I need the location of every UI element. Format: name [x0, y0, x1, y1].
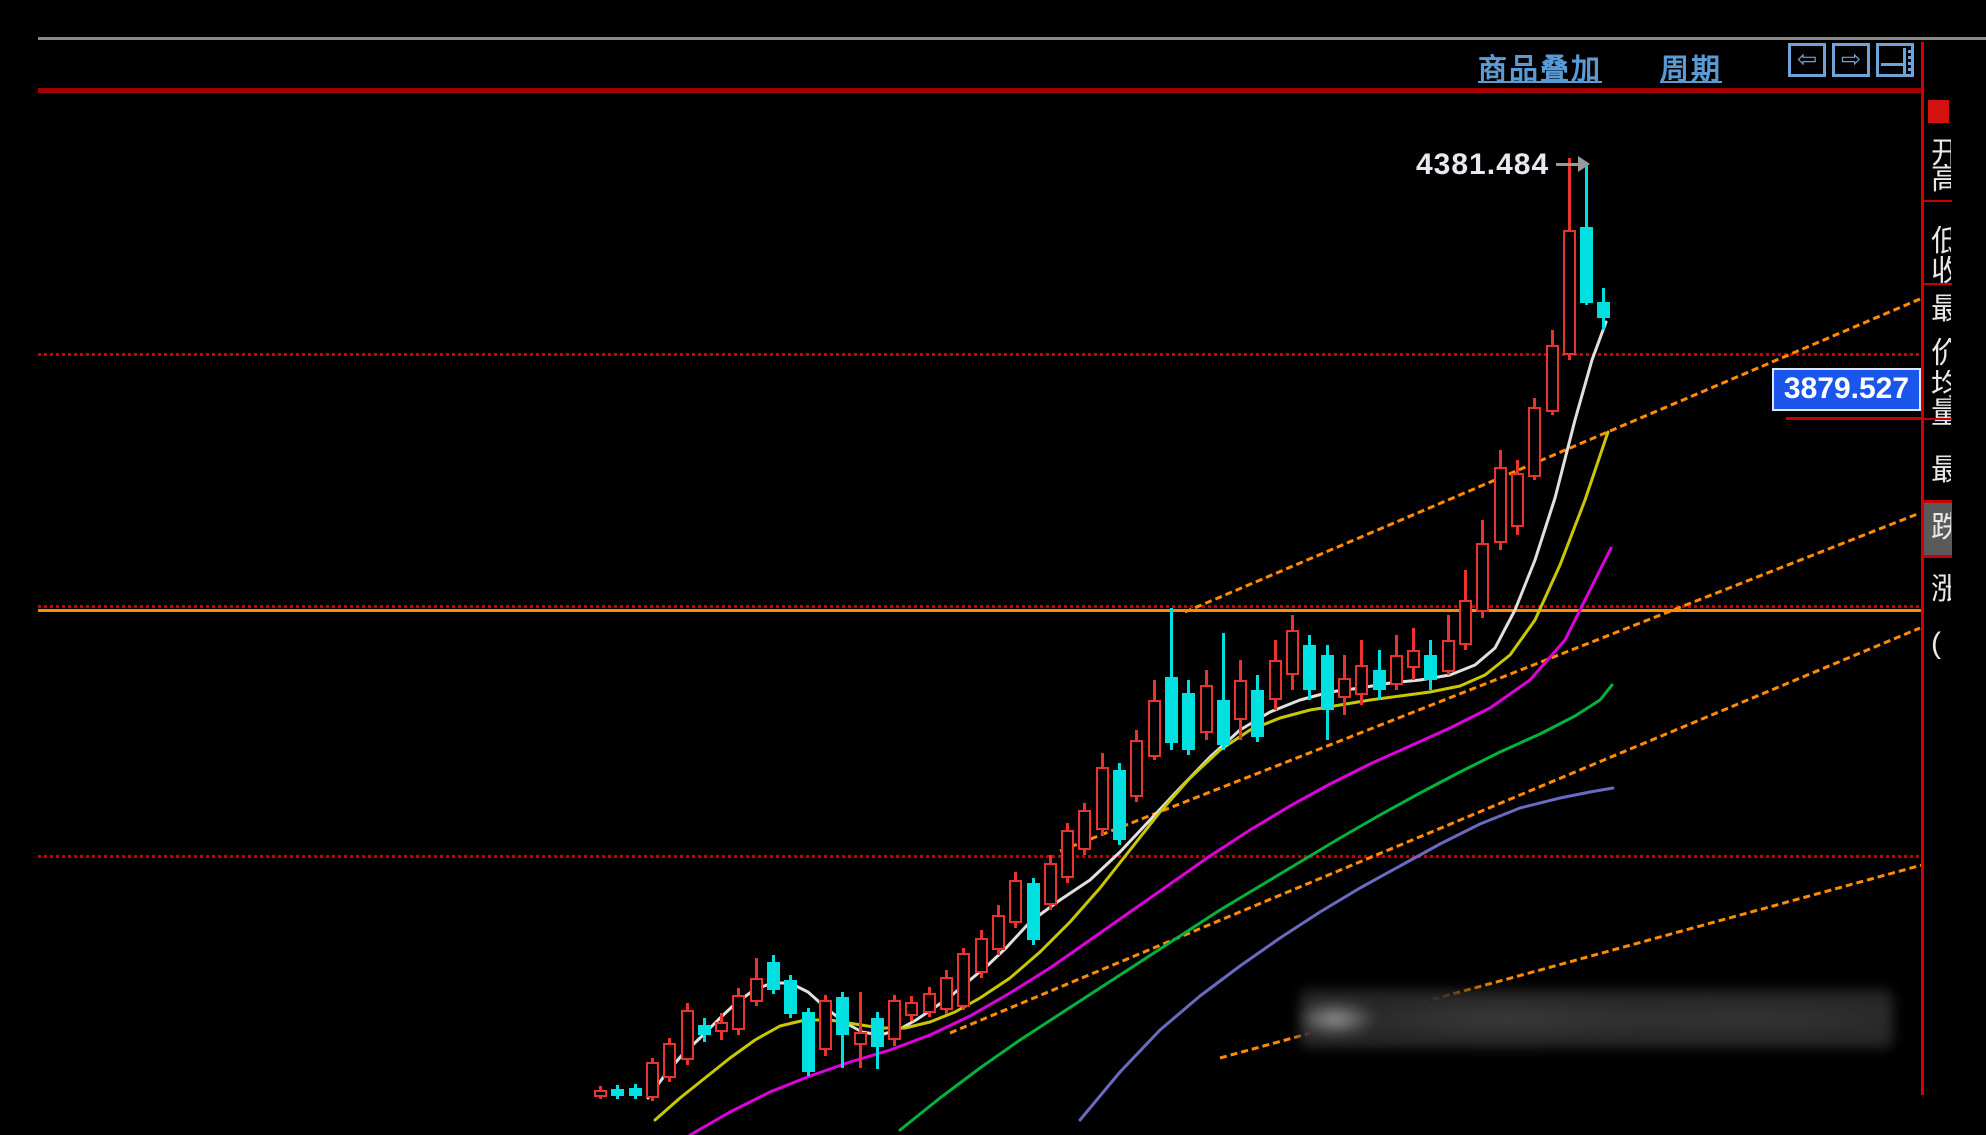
sidebar-separator-2: [1923, 418, 1952, 420]
peak-price-label: 4381.484: [1416, 148, 1549, 182]
sidebar-label-fragment-11: (: [1931, 628, 1951, 660]
sidebar-label-fragment-10: 涨: [1931, 574, 1951, 606]
sidebar-label-fragment-9: 跌: [1931, 512, 1951, 544]
current-price-tag: 3879.527: [1772, 368, 1921, 411]
trendline-2: [950, 628, 1920, 1033]
sidebar-label-fragment-4: 最: [1931, 294, 1951, 326]
ma-and-trendlines: [0, 0, 1986, 1135]
sidebar-label-fragment-7: 量: [1931, 398, 1951, 430]
sidebar-label-fragment-1: 高: [1931, 164, 1951, 196]
sidebar-separator-0: [1923, 200, 1952, 202]
sidebar-red-badge: [1928, 100, 1949, 123]
sidebar-separator-1: [1923, 283, 1952, 285]
ma-slower-line: [900, 685, 1612, 1130]
peak-arrow-head-icon: [1578, 156, 1590, 172]
blurred-watermark: [1300, 990, 1893, 1048]
ma-slowest-line: [1080, 788, 1613, 1120]
price-tag-underline: [1786, 417, 1923, 420]
sidebar-label-fragment-8: 最: [1931, 455, 1951, 487]
sidebar-label-fragment-5: 价: [1931, 338, 1951, 370]
sidebar-label-fragment-2: 低: [1931, 226, 1951, 258]
trading-app-window: 商品叠加 周期 ⇦ ⇨ 4381.484 3879.527 开高低收最价均量最跌…: [0, 0, 1986, 1135]
